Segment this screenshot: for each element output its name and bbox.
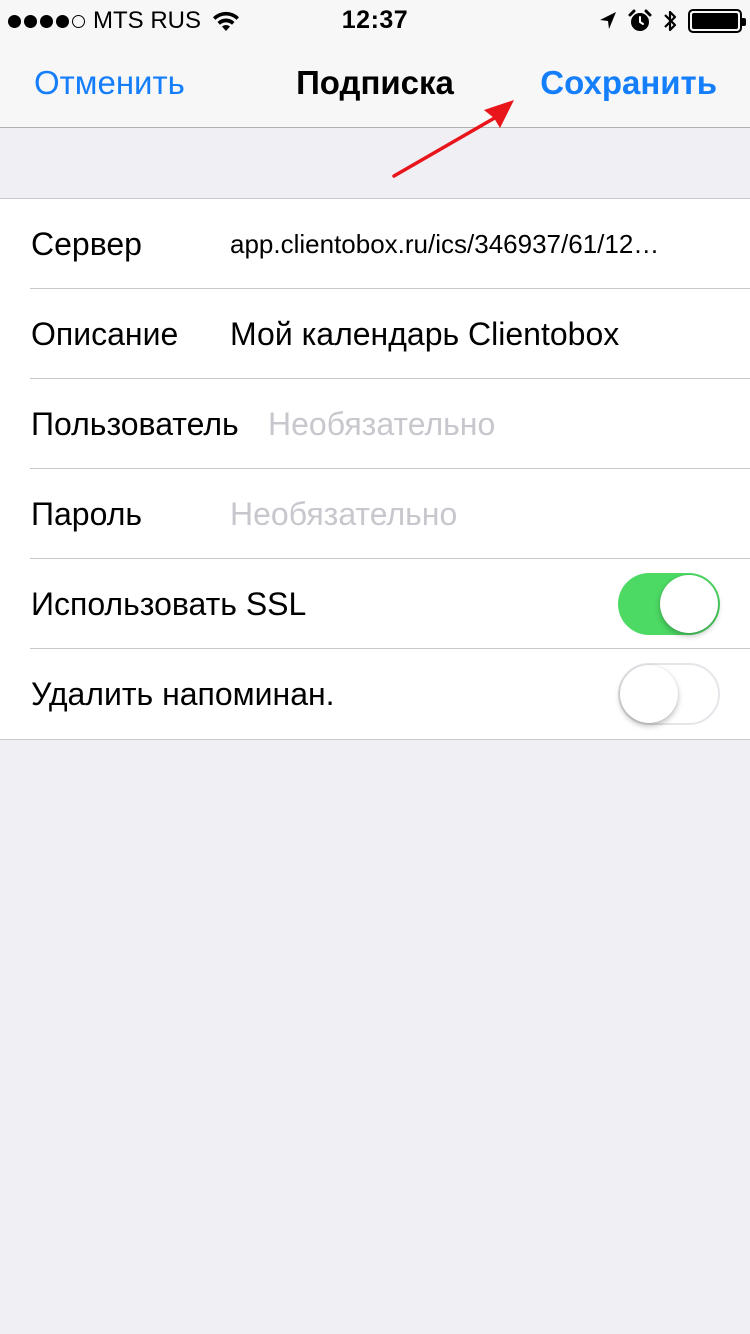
cancel-button[interactable]: Отменить: [34, 64, 185, 102]
remove-alerts-label: Удалить напоминан.: [31, 676, 335, 712]
user-label: Пользователь: [31, 406, 239, 442]
server-row[interactable]: Сервер app.clientobox.ru/ics/346937/61/1…: [0, 199, 750, 289]
user-row[interactable]: Пользователь: [0, 379, 750, 469]
description-label: Описание: [31, 316, 179, 352]
ssl-toggle[interactable]: [618, 573, 720, 635]
ssl-row: Использовать SSL: [0, 559, 750, 649]
battery-icon: [688, 9, 746, 33]
toggle-knob: [620, 665, 678, 723]
ssl-label: Использовать SSL: [31, 586, 307, 622]
password-input[interactable]: [230, 489, 720, 539]
user-input[interactable]: [268, 399, 728, 449]
battery-fill: [692, 13, 738, 29]
subscription-screen: MTS RUS 12:37 Отменить Подписка Сохранит…: [0, 0, 750, 1334]
description-value[interactable]: Мой календарь Clientobox: [230, 289, 730, 379]
password-label: Пароль: [31, 496, 143, 532]
battery-nub: [742, 18, 746, 26]
alarm-icon: [628, 9, 652, 31]
remove-alerts-row: Удалить напоминан.: [0, 649, 750, 739]
location-arrow-icon: [600, 12, 616, 29]
status-bar: MTS RUS 12:37: [0, 0, 750, 40]
subscription-form: Сервер app.clientobox.ru/ics/346937/61/1…: [0, 198, 750, 740]
status-bar-right: [598, 7, 746, 35]
password-row[interactable]: Пароль: [0, 469, 750, 559]
description-row[interactable]: Описание Мой календарь Clientobox: [0, 289, 750, 379]
server-label: Сервер: [31, 226, 142, 262]
server-value[interactable]: app.clientobox.ru/ics/346937/61/12…: [230, 199, 720, 289]
toggle-knob: [660, 575, 718, 633]
navigation-bar: Отменить Подписка Сохранить: [0, 40, 750, 128]
remove-alerts-toggle[interactable]: [618, 663, 720, 725]
bluetooth-icon: [664, 10, 677, 32]
save-button[interactable]: Сохранить: [540, 64, 717, 102]
